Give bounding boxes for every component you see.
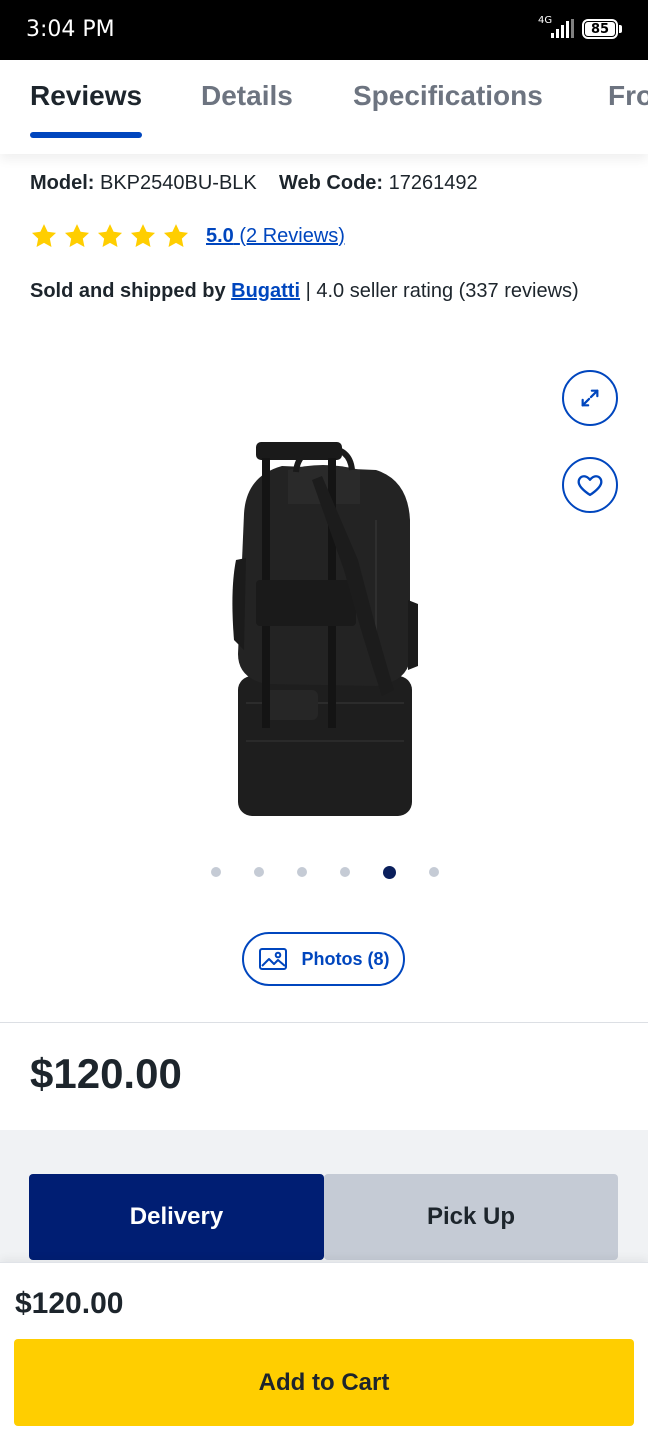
sold-by-label: Sold and shipped by xyxy=(30,280,226,302)
tab-specifications[interactable]: Specifications xyxy=(353,80,543,112)
sticky-cart-bar: $120.00 Add to Cart xyxy=(0,1262,648,1440)
image-carousel-dots xyxy=(211,865,439,879)
status-icons: 4G 85 xyxy=(538,15,622,40)
wishlist-button[interactable] xyxy=(562,457,618,513)
status-time: 3:04 PM xyxy=(26,17,115,42)
seller-rating: | 4.0 seller rating (337 reviews) xyxy=(305,280,579,302)
seller-info: Sold and shipped by Bugatti | 4.0 seller… xyxy=(30,273,590,309)
carousel-dot[interactable] xyxy=(211,867,221,877)
pickup-option-button[interactable]: Pick Up xyxy=(324,1174,618,1260)
star-icon xyxy=(97,224,123,247)
rating-row: 5.0 (2 Reviews) xyxy=(30,222,345,250)
model-value: BKP2540BU-BLK xyxy=(100,172,257,194)
star-icon xyxy=(130,224,156,247)
heart-icon xyxy=(577,475,603,497)
delivery-option-button[interactable]: Delivery xyxy=(29,1174,324,1260)
carousel-dot[interactable] xyxy=(429,867,439,877)
product-tabs: Reviews Details Specifications From the … xyxy=(0,60,648,154)
status-bar: 3:04 PM 4G 85 xyxy=(0,0,648,60)
divider xyxy=(0,1022,648,1023)
photos-button[interactable]: Photos (8) xyxy=(242,932,405,986)
carousel-dot[interactable] xyxy=(254,867,264,877)
expand-icon xyxy=(581,389,599,407)
webcode-label: Web Code: xyxy=(279,172,384,194)
seller-link[interactable]: Bugatti xyxy=(231,280,300,302)
expand-image-button[interactable] xyxy=(562,370,618,426)
rating-value: 5.0 xyxy=(206,224,234,247)
reviews-count: (2 Reviews) xyxy=(239,224,345,247)
carousel-dot-active[interactable] xyxy=(383,865,396,879)
battery-icon: 85 xyxy=(582,19,622,39)
product-identifiers: Model: BKP2540BU-BLK Web Code: 17261492 xyxy=(30,172,478,195)
image-icon xyxy=(258,948,287,970)
sticky-price: $120.00 xyxy=(15,1287,124,1320)
star-icon xyxy=(64,224,90,247)
tab-from-manufacturer[interactable]: From the Manufacturer xyxy=(608,80,648,112)
signal-icon: 4G xyxy=(538,15,574,40)
fulfillment-section: Delivery Pick Up xyxy=(0,1130,648,1270)
photos-label: Photos (8) xyxy=(301,948,390,969)
model-label: Model: xyxy=(30,172,95,194)
add-to-cart-button[interactable]: Add to Cart xyxy=(14,1339,634,1426)
active-tab-indicator xyxy=(30,132,142,138)
battery-level: 85 xyxy=(585,22,615,37)
carousel-dot[interactable] xyxy=(340,867,350,877)
tab-details[interactable]: Details xyxy=(201,80,293,112)
star-rating xyxy=(30,222,190,250)
tab-reviews[interactable]: Reviews xyxy=(30,80,142,112)
webcode-value: 17261492 xyxy=(388,172,478,194)
reviews-link[interactable]: 5.0 (2 Reviews) xyxy=(206,225,345,248)
product-image[interactable] xyxy=(226,440,420,820)
network-type: 4G xyxy=(538,15,553,26)
star-icon xyxy=(31,224,57,247)
star-icon xyxy=(163,224,189,247)
carousel-dot[interactable] xyxy=(297,867,307,877)
product-price: $120.00 xyxy=(30,1050,182,1097)
